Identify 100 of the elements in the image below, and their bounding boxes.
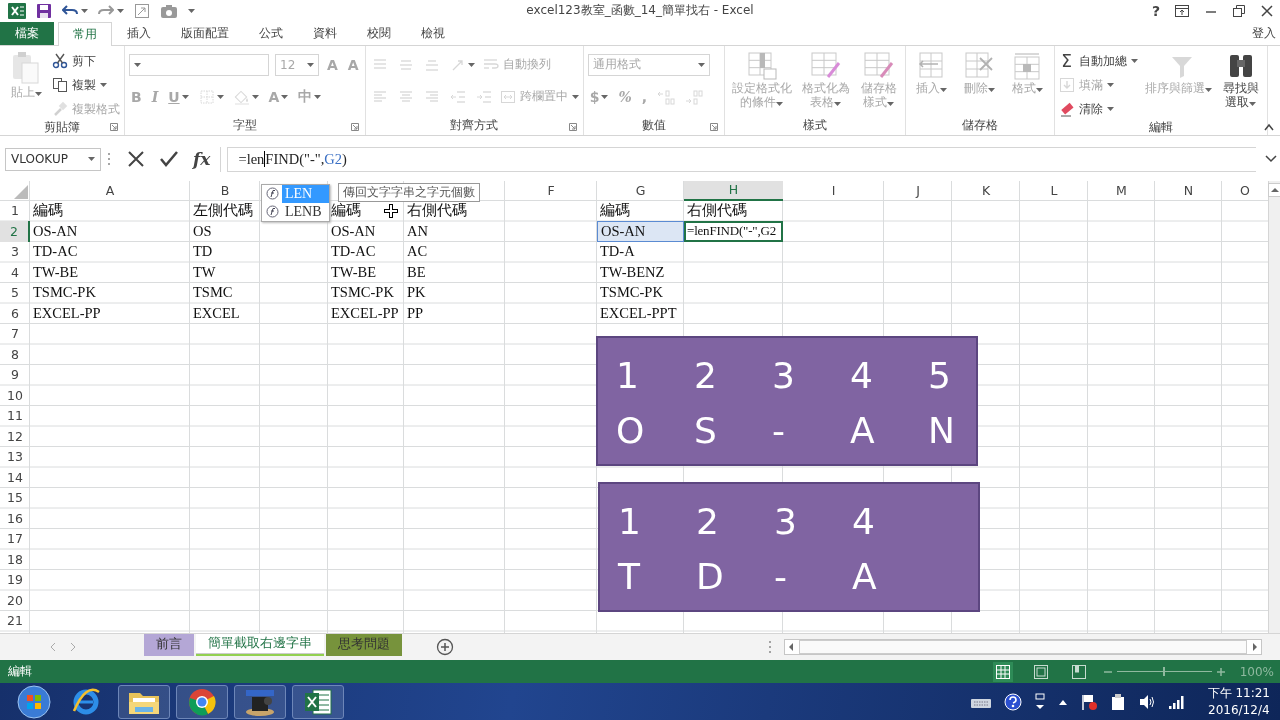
row-header[interactable]: 14: [0, 467, 30, 488]
caret-icon[interactable]: [1130, 59, 1138, 64]
restore-icon[interactable]: [1232, 3, 1246, 18]
browser-icon[interactable]: [187, 686, 217, 717]
caret-icon[interactable]: [1249, 101, 1257, 106]
row-header[interactable]: 19: [0, 569, 30, 591]
row-header[interactable]: 9: [0, 364, 30, 386]
ribbon-button[interactable]: 複製: [52, 74, 120, 96]
column-header[interactable]: J: [884, 180, 952, 201]
signal-icon[interactable]: [1167, 693, 1186, 710]
caret-icon[interactable]: [88, 157, 95, 162]
caret-icon[interactable]: [81, 8, 88, 13]
device-icon[interactable]: [1109, 692, 1126, 711]
collapse-ribbon-icon[interactable]: [1264, 122, 1274, 131]
row-header[interactable]: 1: [0, 200, 30, 222]
ribbon-button[interactable]: 剪下: [52, 50, 120, 72]
row-header[interactable]: 20: [0, 590, 30, 611]
column-header[interactable]: F: [505, 180, 597, 201]
clock-time[interactable]: 下午 11:21: [1207, 684, 1270, 702]
resize-icon[interactable]: [134, 2, 150, 19]
row-header[interactable]: 16: [0, 508, 30, 529]
ribbon-button[interactable]: Σ 自動加總: [1058, 50, 1138, 72]
sheet-tab[interactable]: 前言: [144, 633, 194, 656]
page-break-icon[interactable]: [1070, 663, 1087, 680]
sheet-tab[interactable]: 簡單截取右邊字串: [196, 633, 324, 656]
row-header[interactable]: 3: [0, 241, 30, 263]
ribbon-tab[interactable]: 資料: [298, 21, 352, 45]
ribbon-tab[interactable]: 公式: [244, 21, 298, 45]
dialog-launcher-icon[interactable]: [350, 122, 359, 131]
row-header[interactable]: 7: [0, 323, 30, 345]
help-icon[interactable]: [1003, 692, 1022, 711]
ribbon-tab[interactable]: 常用: [58, 21, 112, 46]
ribbon-options-icon[interactable]: [1174, 3, 1190, 18]
name-box[interactable]: VLOOKUP: [5, 147, 101, 171]
table-cell[interactable]: OS-AN: [597, 221, 684, 242]
check-icon[interactable]: [159, 150, 179, 169]
row-header[interactable]: 15: [0, 487, 30, 509]
spreadsheet-icon[interactable]: [303, 686, 333, 717]
ribbon-tab[interactable]: 版面配置: [166, 21, 244, 45]
drag-handle-icon[interactable]: [768, 639, 772, 654]
row-header[interactable]: 12: [0, 426, 30, 447]
row-header[interactable]: 8: [0, 344, 30, 365]
column-header[interactable]: N: [1155, 180, 1222, 201]
cancel-icon[interactable]: [127, 150, 145, 169]
row-header[interactable]: 11: [0, 405, 30, 427]
vertical-scrollbar[interactable]: [1268, 180, 1280, 633]
row-header[interactable]: 21: [0, 610, 30, 632]
ribbon-tab[interactable]: 檔案: [0, 21, 54, 45]
column-header[interactable]: G: [597, 180, 684, 201]
clock-date[interactable]: 2016/12/4: [1208, 701, 1270, 719]
formula-field[interactable]: =lenFIND("-",G2): [227, 146, 1256, 172]
row-header[interactable]: 5: [0, 282, 30, 304]
row-header[interactable]: 4: [0, 262, 30, 283]
normal-view-icon[interactable]: [994, 663, 1011, 680]
ribbon-tab[interactable]: 插入: [112, 21, 166, 45]
row-header[interactable]: 13: [0, 446, 30, 468]
ribbon-tab[interactable]: 檢視: [406, 21, 460, 45]
add-sheet-icon[interactable]: [436, 637, 454, 656]
slider-thumb[interactable]: [1163, 667, 1166, 677]
table-cell[interactable]: =lenFIND("-",G2: [684, 221, 783, 242]
column-header[interactable]: M: [1088, 180, 1155, 201]
close-icon[interactable]: [1260, 3, 1274, 18]
caret-icon[interactable]: [117, 8, 124, 13]
dialog-launcher-icon[interactable]: [568, 122, 577, 131]
sign-in-link[interactable]: 登入: [1252, 24, 1280, 42]
column-header[interactable]: A: [30, 180, 190, 201]
column-header[interactable]: B: [190, 180, 260, 201]
column-header[interactable]: O: [1222, 180, 1268, 201]
flag-icon[interactable]: [1079, 692, 1098, 711]
row-header[interactable]: 6: [0, 303, 30, 324]
column-header[interactable]: I: [783, 180, 884, 201]
expand-icon[interactable]: [1265, 155, 1277, 164]
speaker-icon[interactable]: [1137, 693, 1156, 710]
row-header[interactable]: 10: [0, 385, 30, 406]
column-header[interactable]: H: [684, 180, 783, 201]
help-button[interactable]: ?: [1151, 2, 1160, 19]
network-icon[interactable]: [1033, 692, 1046, 711]
column-header[interactable]: K: [952, 180, 1020, 201]
zoom-in-icon[interactable]: [1215, 666, 1226, 677]
row-header[interactable]: 17: [0, 528, 30, 550]
row-header[interactable]: 2: [0, 221, 30, 242]
browser-icon[interactable]: [71, 686, 101, 717]
ribbon-button[interactable]: 清除: [1058, 98, 1138, 120]
ribbon-tab[interactable]: 校閱: [352, 21, 406, 45]
dialog-launcher-icon[interactable]: [709, 122, 718, 131]
autocomplete-item[interactable]: LENB: [282, 202, 329, 221]
dialog-launcher-icon[interactable]: [110, 122, 118, 131]
column-header[interactable]: L: [1020, 180, 1088, 201]
caret-icon[interactable]: [100, 83, 107, 88]
start-orb-icon[interactable]: [14, 684, 54, 719]
ribbon-button[interactable]: 尋找與 選取: [1218, 48, 1263, 111]
sheet-tab[interactable]: 思考問題: [326, 633, 402, 656]
row-header[interactable]: 18: [0, 549, 30, 570]
caret-icon[interactable]: [1106, 107, 1114, 112]
horizontal-scrollbar[interactable]: [784, 638, 1262, 655]
insert-function-button[interactable]: fx: [193, 149, 211, 170]
save-icon[interactable]: [36, 2, 52, 19]
caret-icon[interactable]: [188, 8, 195, 13]
page-layout-icon[interactable]: [1032, 663, 1049, 680]
camera-icon[interactable]: [160, 2, 178, 19]
